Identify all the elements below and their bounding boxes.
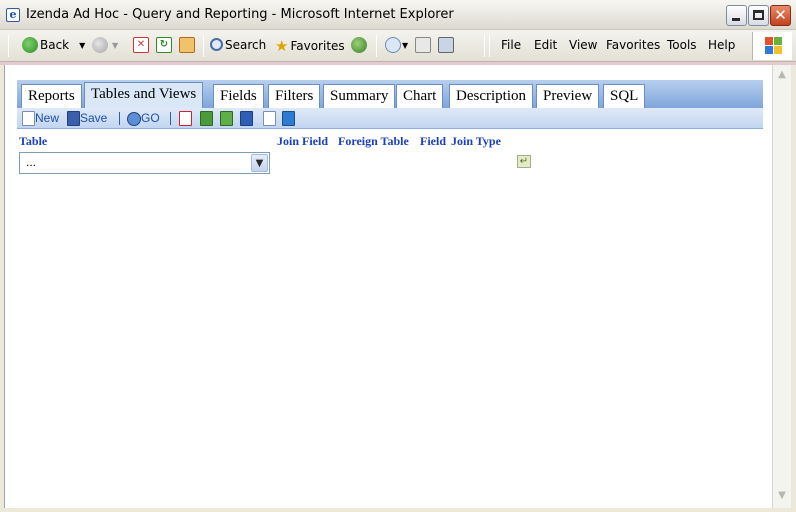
menu-grip	[489, 35, 490, 57]
new-label: New	[35, 111, 60, 125]
back-arrow-icon	[22, 37, 38, 53]
media-button[interactable]	[351, 37, 367, 55]
refresh-button[interactable]: ↻	[156, 37, 172, 55]
print-preview-icon	[263, 111, 276, 127]
windows-flag-icon	[765, 37, 783, 55]
favorites-button[interactable]: ★ Favorites	[275, 37, 345, 55]
print-icon	[415, 37, 431, 53]
close-icon: ✕	[774, 6, 787, 24]
go-label: GO	[141, 111, 160, 125]
tab-fields[interactable]: Fields	[213, 84, 264, 108]
mail-button[interactable]: ▼	[385, 37, 408, 55]
forward-dropdown-icon: ▼	[112, 40, 119, 50]
search-icon	[210, 38, 223, 51]
save-disk-icon	[67, 111, 80, 127]
table-select-value: ...	[26, 155, 37, 169]
excel-icon	[200, 111, 213, 127]
stop-icon: ✕	[133, 37, 149, 53]
export-word-button[interactable]	[240, 110, 253, 127]
menu-view[interactable]: View	[569, 38, 597, 52]
window-title: Izenda Ad Hoc - Query and Reporting - Mi…	[26, 7, 454, 22]
vertical-scrollbar[interactable]: ▲ ▼	[772, 65, 791, 508]
minimize-button[interactable]	[726, 5, 747, 26]
table-select[interactable]: ... ▼	[19, 152, 270, 174]
browser-toolbar: Back ▼ ▼ ✕ ↻ Search ★ Favorites ▼ File Edi…	[0, 30, 796, 62]
menu-file[interactable]: File	[501, 38, 521, 52]
menu-edit[interactable]: Edit	[534, 38, 557, 52]
tab-summary[interactable]: Summary	[323, 84, 396, 108]
windows-logo	[752, 32, 792, 60]
forward-button[interactable]: ▼	[92, 37, 118, 55]
mail-dropdown-icon: ▼	[402, 40, 409, 50]
toolbar-grip	[8, 35, 9, 57]
maximize-button[interactable]	[748, 5, 769, 26]
tab-description[interactable]: Description	[449, 84, 533, 108]
ie-page-icon: e	[6, 8, 20, 22]
back-button[interactable]: Back ▼	[22, 37, 85, 55]
favorites-label: Favorites	[290, 39, 345, 53]
column-header-join-type: Join Type	[451, 134, 501, 148]
print-button[interactable]	[415, 37, 431, 55]
maximize-icon	[753, 10, 764, 20]
chevron-down-icon[interactable]: ▼	[251, 154, 268, 172]
toolbar-separator	[203, 35, 204, 57]
export-csv-button[interactable]	[220, 110, 233, 127]
menu-help[interactable]: Help	[708, 38, 735, 52]
scroll-down-icon[interactable]: ▼	[774, 488, 790, 504]
tab-sql[interactable]: SQL	[603, 84, 646, 108]
column-header-foreign-table: Foreign Table	[338, 134, 409, 148]
tab-reports[interactable]: Reports	[21, 84, 82, 108]
toolbar-separator	[119, 112, 120, 125]
search-button[interactable]: Search	[210, 37, 266, 55]
edit-report-button[interactable]	[282, 110, 295, 127]
back-dropdown-icon[interactable]: ▼	[79, 41, 85, 50]
menu-tools[interactable]: Tools	[667, 38, 697, 52]
media-icon	[351, 37, 367, 53]
tab-tables-and-views[interactable]: Tables and Views	[84, 82, 204, 109]
minimize-icon	[732, 18, 740, 21]
stop-button[interactable]: ✕	[133, 37, 149, 55]
export-excel-button[interactable]	[200, 110, 213, 127]
save-button[interactable]: Save	[67, 110, 107, 127]
save-label: Save	[80, 111, 108, 125]
word-icon	[240, 111, 253, 127]
report-tabs: Reports Tables and Views Fields Filters …	[17, 80, 763, 109]
toolbar-separator	[376, 35, 377, 57]
new-button[interactable]: New	[22, 110, 59, 127]
toolbar-separator	[484, 35, 485, 57]
report-toolbar: New Save GO	[17, 108, 763, 129]
mail-icon	[385, 37, 401, 53]
go-globe-icon	[127, 111, 141, 126]
csv-icon	[220, 111, 233, 127]
menu-favorites[interactable]: Favorites	[606, 38, 660, 52]
new-document-icon	[22, 111, 35, 127]
export-pdf-button[interactable]	[179, 110, 192, 127]
add-join-icon[interactable]: ↵	[517, 155, 531, 168]
search-label: Search	[225, 37, 267, 52]
print-report-button[interactable]	[263, 110, 276, 127]
column-header-table: Table	[19, 134, 48, 148]
tab-preview[interactable]: Preview	[536, 84, 600, 108]
tab-chart[interactable]: Chart	[396, 84, 444, 108]
column-header-field: Field	[420, 134, 446, 148]
scroll-up-icon[interactable]: ▲	[774, 67, 790, 83]
home-icon	[179, 37, 195, 53]
column-header-join-field: Join Field	[277, 134, 329, 148]
home-button[interactable]	[179, 37, 195, 55]
window-titlebar: e Izenda Ad Hoc - Query and Reporting - …	[0, 0, 796, 30]
forward-arrow-icon	[92, 37, 108, 53]
toolbar-separator	[170, 112, 171, 125]
go-button[interactable]: GO	[127, 110, 160, 127]
tab-filters[interactable]: Filters	[268, 84, 321, 108]
edit-pencil-icon	[282, 111, 295, 127]
pdf-icon	[179, 111, 192, 127]
close-button[interactable]: ✕	[770, 5, 791, 26]
research-button[interactable]	[438, 37, 454, 55]
refresh-icon: ↻	[156, 37, 172, 53]
page-content: Reports Tables and Views Fields Filters …	[4, 65, 772, 508]
favorites-star-icon: ★	[275, 37, 289, 55]
back-label: Back	[40, 38, 70, 52]
research-icon	[438, 37, 454, 53]
